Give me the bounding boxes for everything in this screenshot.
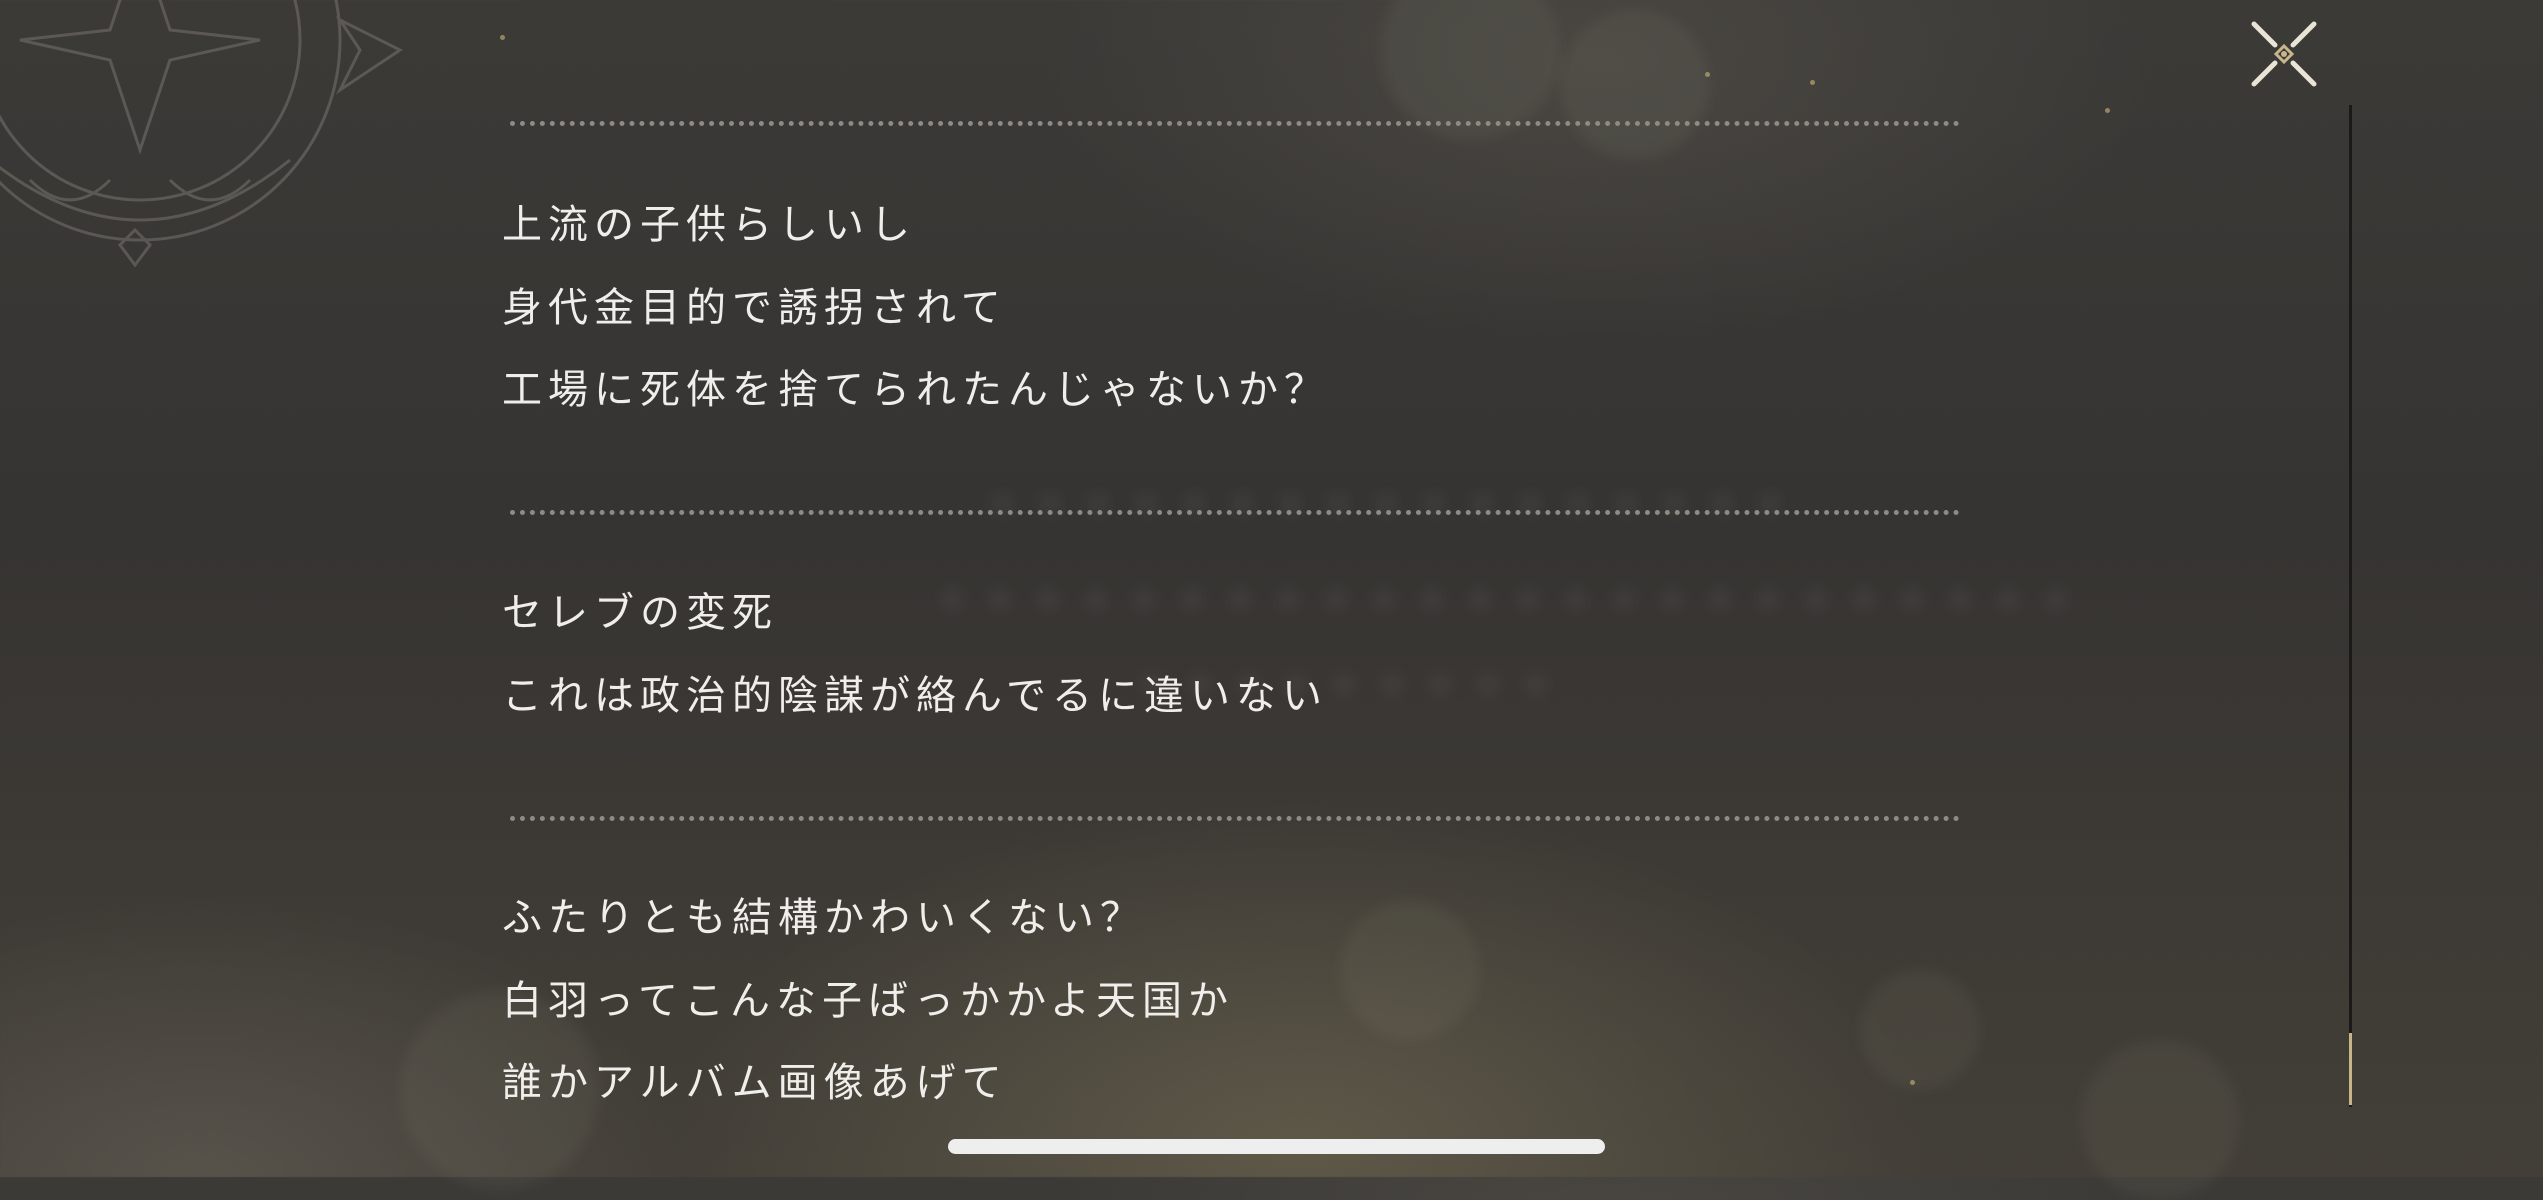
comment-line: 上流の子供らしいし [502, 202, 916, 248]
comment-line: セレブの変死 [502, 590, 778, 636]
comment-line: 誰かアルバム画像あげて [502, 1060, 1008, 1106]
section-divider [510, 121, 1960, 126]
comment-line: ふたりとも結構かわいくない？ [502, 895, 1146, 941]
comment-line: これは政治的陰謀が絡んでるに違いない [502, 673, 1328, 719]
section-divider [510, 816, 1960, 821]
comment-log: 上流の子供らしいし 身代金目的で誘拐されて 工場に死体を捨てられたんじゃないか？… [0, 0, 2543, 1177]
comment-line: 白羽ってこんな子ばっかかよ天国か [502, 978, 1234, 1024]
scrollbar-track[interactable] [2349, 105, 2352, 1107]
comment-line: 身代金目的で誘拐されて [502, 285, 1007, 331]
section-divider [510, 510, 1960, 515]
home-indicator[interactable] [948, 1139, 1605, 1154]
scrollbar-thumb[interactable] [2349, 1033, 2352, 1105]
close-button[interactable] [2248, 18, 2320, 90]
close-x-icon [2251, 21, 2317, 87]
comment-line: 工場に死体を捨てられたんじゃないか？ [502, 367, 1330, 413]
